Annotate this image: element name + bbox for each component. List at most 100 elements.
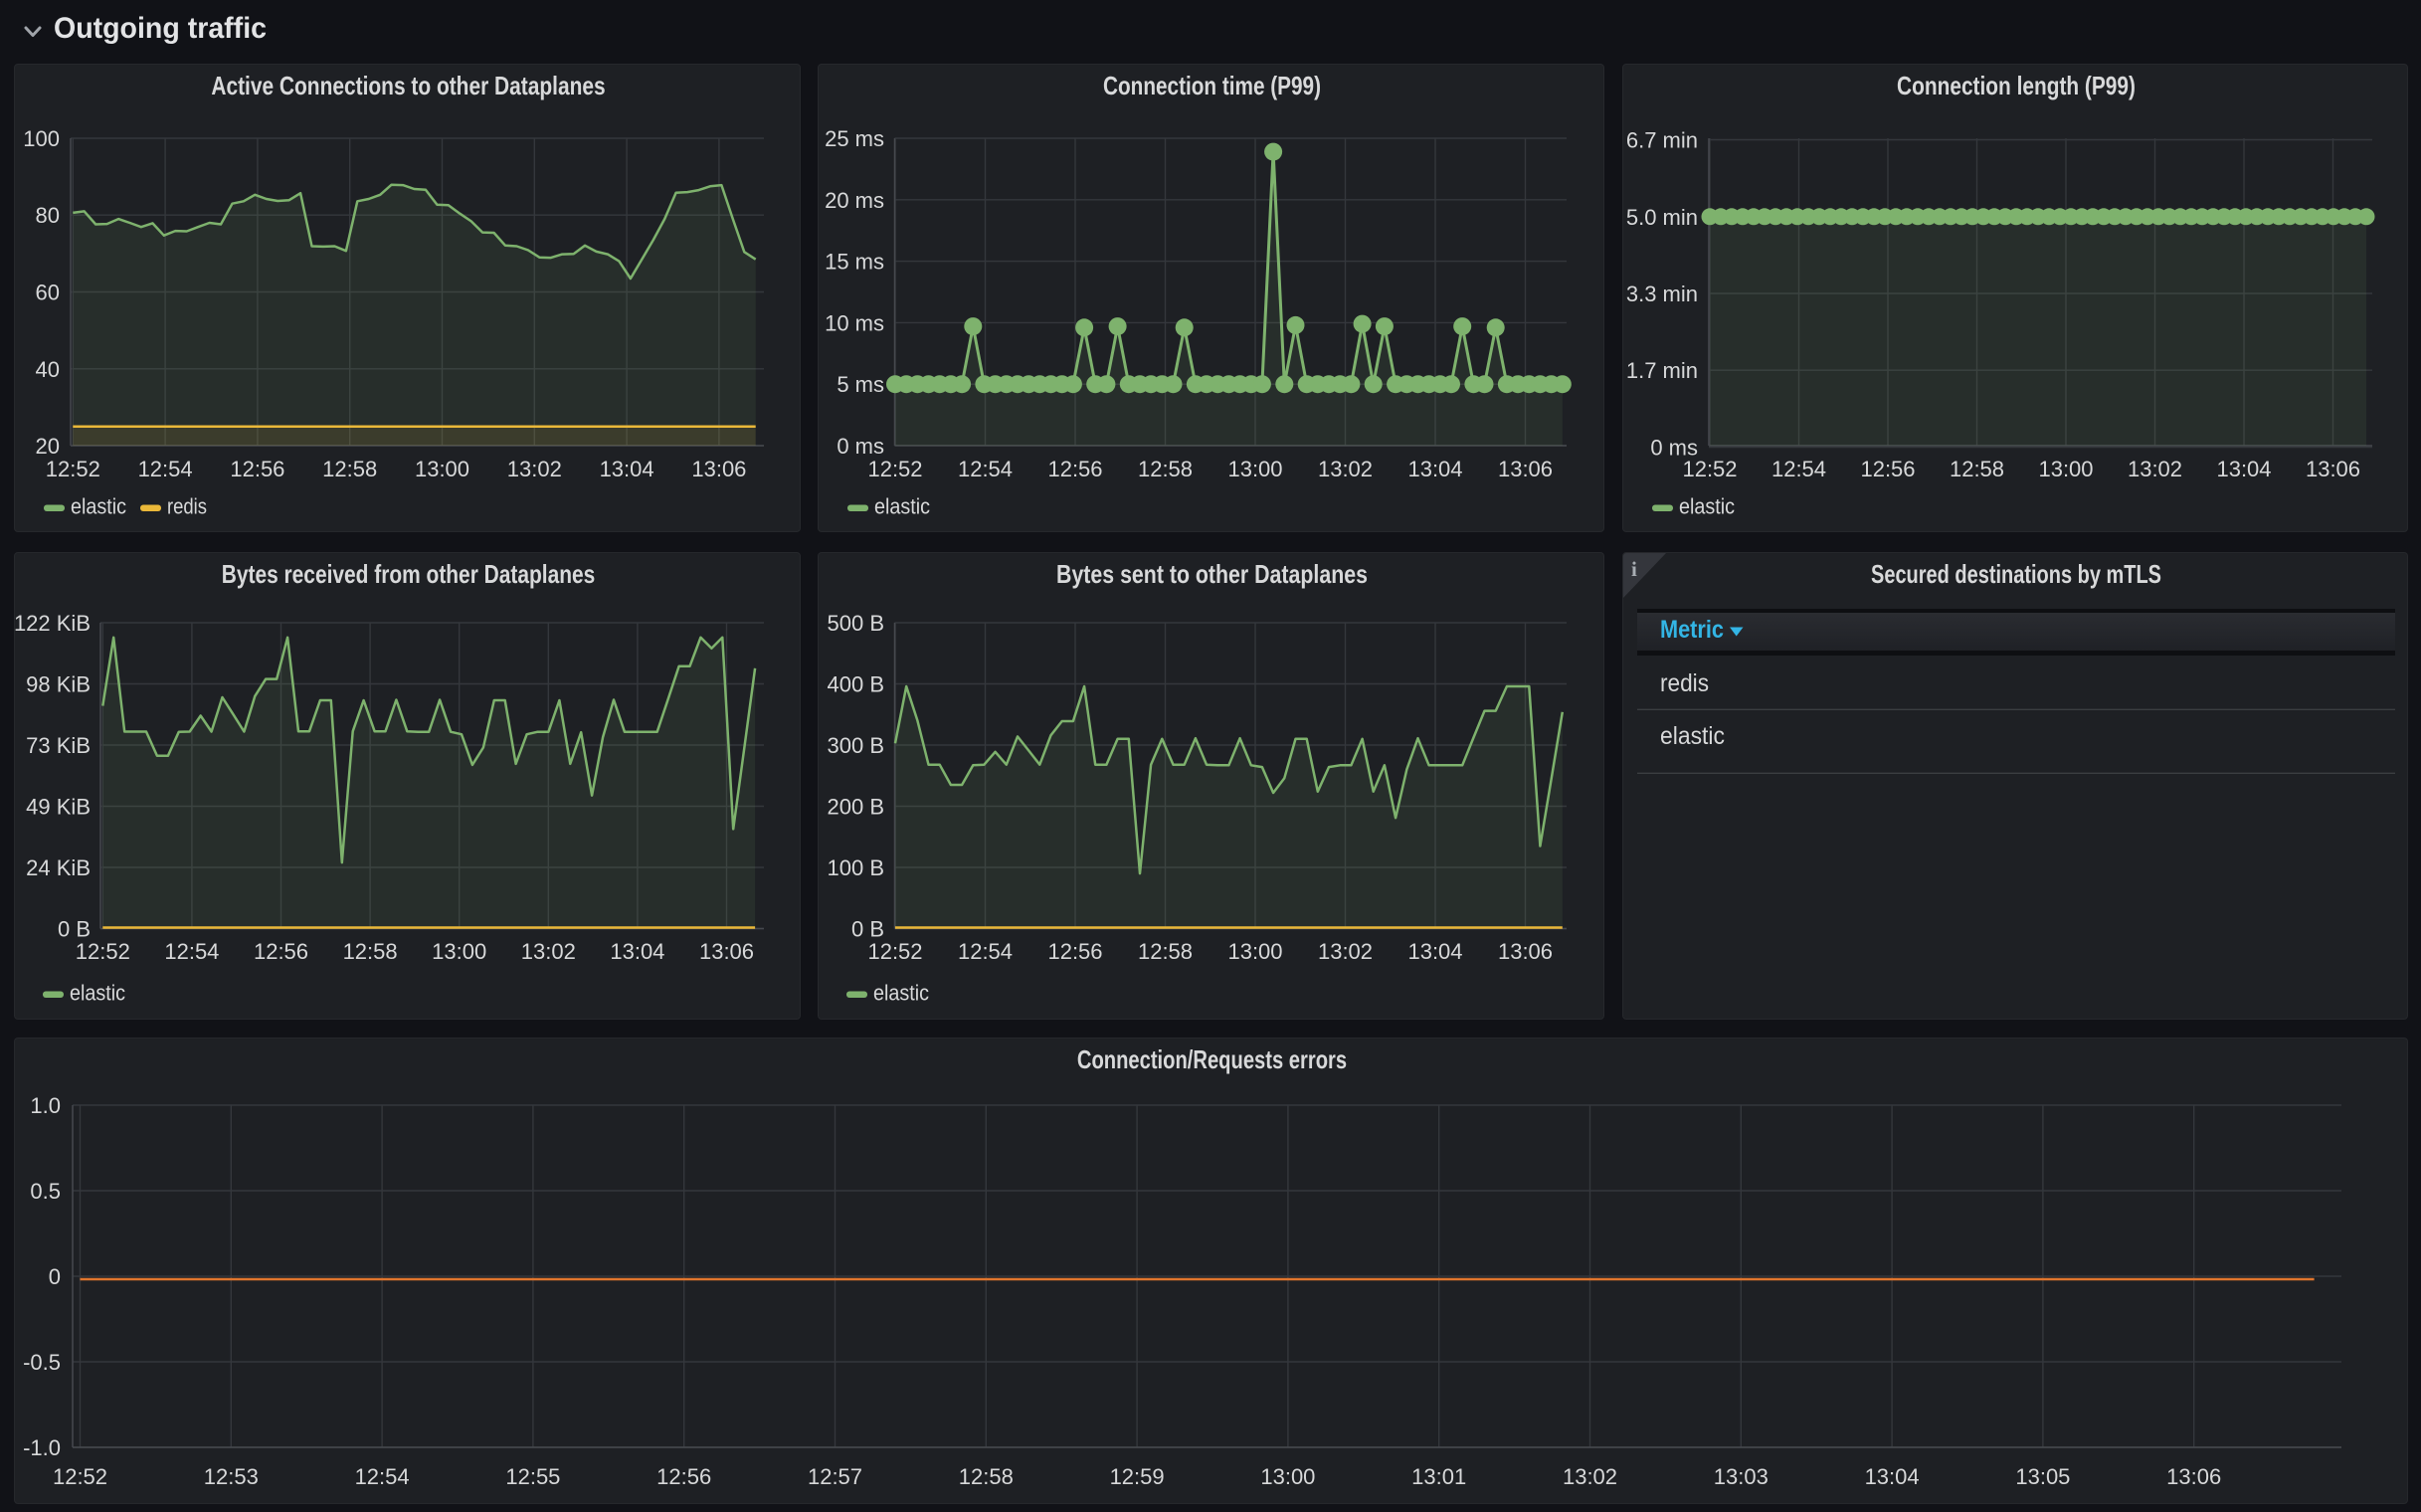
svg-text:13:00: 13:00 [2038,457,2093,481]
svg-text:elastic: elastic [70,981,125,1006]
svg-text:60: 60 [36,281,60,305]
svg-text:15 ms: 15 ms [825,250,884,275]
svg-text:12:54: 12:54 [138,457,193,481]
svg-text:13:05: 13:05 [2015,1464,2070,1489]
svg-text:24 KiB: 24 KiB [26,855,91,880]
svg-text:1.0: 1.0 [30,1093,61,1118]
svg-text:13:04: 13:04 [610,939,664,964]
svg-text:1.7 min: 1.7 min [1626,358,1698,383]
svg-text:200 B: 200 B [828,795,885,820]
svg-text:13:06: 13:06 [699,939,754,964]
svg-text:12:56: 12:56 [1047,457,1102,481]
svg-text:-1.0: -1.0 [23,1435,61,1460]
svg-text:25 ms: 25 ms [825,126,884,151]
svg-text:elastic: elastic [874,494,930,519]
svg-text:13:06: 13:06 [1498,939,1553,964]
svg-text:13:02: 13:02 [1563,1464,1617,1489]
svg-text:13:06: 13:06 [2306,457,2360,481]
svg-text:12:54: 12:54 [164,939,219,964]
svg-text:13:02: 13:02 [521,939,576,964]
svg-text:12:57: 12:57 [808,1464,862,1489]
svg-text:-0.5: -0.5 [23,1350,61,1375]
svg-text:0.5: 0.5 [30,1179,61,1204]
svg-text:40: 40 [36,357,60,382]
svg-text:13:01: 13:01 [1411,1464,1466,1489]
svg-text:20 ms: 20 ms [825,188,884,213]
svg-text:13:04: 13:04 [600,457,654,481]
svg-text:0: 0 [49,1264,61,1289]
svg-text:elastic: elastic [873,981,929,1006]
svg-text:13:04: 13:04 [2216,457,2271,481]
svg-text:13:06: 13:06 [691,457,746,481]
svg-text:Bytes received from other Data: Bytes received from other Dataplanes [222,559,596,589]
svg-text:5.0 min: 5.0 min [1626,205,1698,230]
svg-text:redis: redis [167,494,207,519]
svg-text:elastic: elastic [1660,722,1725,750]
svg-text:13:02: 13:02 [2128,457,2182,481]
svg-text:13:00: 13:00 [432,939,486,964]
svg-text:12:55: 12:55 [505,1464,560,1489]
svg-text:98 KiB: 98 KiB [26,672,91,697]
svg-text:0 B: 0 B [851,917,884,942]
svg-text:122 KiB: 122 KiB [15,611,91,636]
svg-text:12:54: 12:54 [958,939,1013,964]
svg-text:Connection time (P99): Connection time (P99) [1103,71,1321,100]
svg-text:12:52: 12:52 [53,1464,107,1489]
svg-text:13:00: 13:00 [1227,939,1282,964]
svg-text:Connection/Requests errors: Connection/Requests errors [1077,1044,1347,1074]
svg-text:12:58: 12:58 [343,939,398,964]
svg-text:Metric: Metric [1660,616,1724,644]
svg-text:13:02: 13:02 [1318,939,1373,964]
svg-text:100: 100 [23,126,60,151]
svg-text:100 B: 100 B [828,855,885,880]
svg-text:13:00: 13:00 [1227,457,1282,481]
svg-text:redis: redis [1660,669,1709,697]
svg-text:12:58: 12:58 [322,457,377,481]
svg-text:13:06: 13:06 [2166,1464,2221,1489]
svg-text:elastic: elastic [71,494,126,519]
svg-text:Outgoing traffic: Outgoing traffic [54,12,267,45]
svg-text:6.7 min: 6.7 min [1626,128,1698,153]
svg-text:300 B: 300 B [828,733,885,758]
svg-text:12:52: 12:52 [1682,457,1737,481]
svg-text:49 KiB: 49 KiB [26,795,91,820]
svg-text:13:03: 13:03 [1714,1464,1769,1489]
svg-text:0 ms: 0 ms [837,434,884,459]
svg-text:Bytes sent to other Dataplanes: Bytes sent to other Dataplanes [1056,559,1368,589]
svg-text:12:56: 12:56 [254,939,308,964]
svg-text:13:00: 13:00 [1260,1464,1315,1489]
svg-text:400 B: 400 B [828,672,885,697]
svg-text:12:58: 12:58 [959,1464,1014,1489]
svg-text:13:02: 13:02 [1318,457,1373,481]
svg-text:12:58: 12:58 [1138,457,1193,481]
svg-text:12:56: 12:56 [230,457,284,481]
svg-text:12:54: 12:54 [355,1464,410,1489]
svg-text:12:58: 12:58 [1138,939,1193,964]
svg-text:500 B: 500 B [828,611,885,636]
svg-text:80: 80 [36,203,60,228]
svg-text:12:54: 12:54 [1771,457,1826,481]
svg-text:13:04: 13:04 [1865,1464,1920,1489]
svg-text:12:56: 12:56 [656,1464,711,1489]
svg-text:i: i [1631,557,1637,581]
svg-text:Secured destinations by mTLS: Secured destinations by mTLS [1871,559,2161,589]
svg-text:12:52: 12:52 [76,939,130,964]
svg-text:12:52: 12:52 [46,457,100,481]
svg-text:Active Connections to other Da: Active Connections to other Dataplanes [211,71,605,100]
svg-text:13:04: 13:04 [1407,939,1462,964]
svg-text:12:56: 12:56 [1860,457,1915,481]
svg-text:13:00: 13:00 [415,457,469,481]
svg-text:12:52: 12:52 [867,457,922,481]
svg-text:12:52: 12:52 [867,939,922,964]
svg-text:12:53: 12:53 [204,1464,259,1489]
svg-text:12:59: 12:59 [1110,1464,1165,1489]
svg-text:13:04: 13:04 [1407,457,1462,481]
svg-text:12:56: 12:56 [1047,939,1102,964]
svg-text:0 B: 0 B [58,917,91,942]
svg-text:13:02: 13:02 [507,457,562,481]
svg-text:Connection length (P99): Connection length (P99) [1897,71,2136,100]
svg-text:3.3 min: 3.3 min [1626,282,1698,306]
svg-text:20: 20 [36,434,60,459]
svg-text:10 ms: 10 ms [825,310,884,335]
svg-text:73 KiB: 73 KiB [26,733,91,758]
